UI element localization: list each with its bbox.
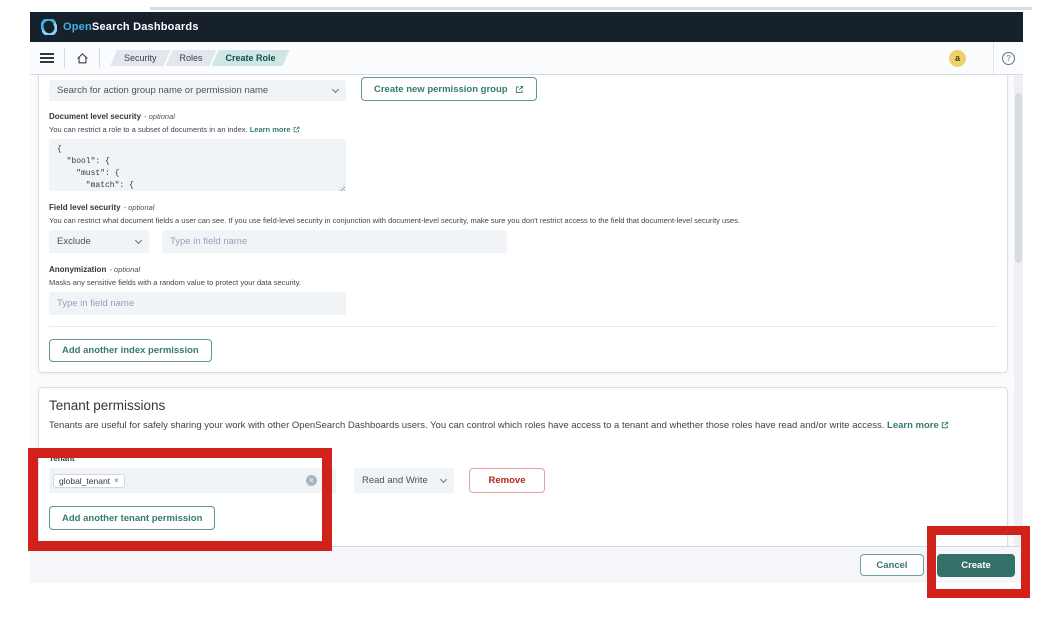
divider xyxy=(99,48,100,68)
cancel-button[interactable]: Cancel xyxy=(860,554,924,576)
create-button[interactable]: Create xyxy=(937,554,1015,577)
fls-title: Field level security xyxy=(49,203,121,212)
tenant-access-select-value: Read and Write xyxy=(362,475,428,486)
dls-learn-more-link[interactable]: Learn more xyxy=(250,125,291,134)
help-icon: ? xyxy=(1002,52,1015,65)
chevron-down-icon xyxy=(323,477,330,484)
fls-mode-select[interactable]: Exclude xyxy=(49,230,149,253)
breadcrumb-roles[interactable]: Roles xyxy=(166,50,217,66)
divider xyxy=(49,326,997,327)
popout-icon xyxy=(293,126,300,133)
menu-button[interactable] xyxy=(30,42,64,74)
tenant-panel-title: Tenant permissions xyxy=(49,398,165,413)
hamburger-icon xyxy=(40,53,54,63)
dls-title: Document level security xyxy=(49,112,141,121)
fls-description: You can restrict what document fields a … xyxy=(49,216,740,225)
index-permissions-panel: Search for action group name or permissi… xyxy=(38,75,1008,373)
scrollbar-thumb[interactable] xyxy=(1015,93,1022,263)
opensearch-app-window: OpenSearch Dashboards Security Roles Cre… xyxy=(30,12,1023,583)
breadcrumb: Security Roles Create Role xyxy=(110,50,290,66)
chevron-down-icon xyxy=(332,86,339,93)
dls-label: Document level security- optional xyxy=(49,112,175,121)
tenant-permissions-panel: Tenant permissions Tenants are useful fo… xyxy=(38,387,1008,546)
clear-selection-icon[interactable]: × xyxy=(306,475,317,486)
tenant-tag-remove-icon[interactable]: × xyxy=(114,476,119,485)
popout-icon xyxy=(941,421,949,429)
breadcrumb-create-role[interactable]: Create Role xyxy=(212,50,290,66)
add-index-permission-label: Add another index permission xyxy=(62,345,199,356)
fls-optional: - optional xyxy=(124,203,155,212)
opensearch-logo: OpenSearch Dashboards xyxy=(41,19,199,35)
tenant-tag-label: global_tenant xyxy=(59,476,110,486)
scrollbar[interactable] xyxy=(1014,75,1023,546)
opensearch-logo-icon xyxy=(41,19,57,35)
chevron-down-icon xyxy=(135,237,142,244)
dls-description: You can restrict a role to a subset of d… xyxy=(49,125,300,134)
create-permission-group-label: Create new permission group xyxy=(374,84,508,95)
app-header: OpenSearch Dashboards xyxy=(30,12,1023,42)
breadcrumb-bar: Security Roles Create Role a ? xyxy=(30,42,1023,75)
tenant-tag[interactable]: global_tenant × xyxy=(53,474,125,488)
add-tenant-permission-button[interactable]: Add another tenant permission xyxy=(49,506,215,530)
permission-search-select-value: Search for action group name or permissi… xyxy=(57,85,268,96)
tenant-label: Tenant xyxy=(49,454,75,463)
tenant-combobox[interactable]: global_tenant × × xyxy=(49,468,336,493)
anonymization-description: Masks any sensitive fields with a random… xyxy=(49,278,301,287)
form-footer: Cancel Create xyxy=(30,546,1023,583)
tenant-panel-description: Tenants are useful for safely sharing yo… xyxy=(49,419,979,432)
help-button[interactable]: ? xyxy=(993,42,1023,74)
fls-label: Field level security- optional xyxy=(49,203,154,212)
add-index-permission-button[interactable]: Add another index permission xyxy=(49,339,212,362)
window-edge-strip xyxy=(150,7,1032,10)
breadcrumb-security[interactable]: Security xyxy=(110,50,171,66)
home-button[interactable] xyxy=(65,42,99,74)
permission-search-select[interactable]: Search for action group name or permissi… xyxy=(49,80,346,101)
app-title: OpenSearch Dashboards xyxy=(63,21,199,33)
home-icon xyxy=(76,52,89,65)
tenant-learn-more-link[interactable]: Learn more xyxy=(887,420,939,431)
dls-optional: - optional xyxy=(144,112,175,121)
page: OpenSearch Dashboards Security Roles Cre… xyxy=(0,0,1046,620)
create-permission-group-button[interactable]: Create new permission group xyxy=(361,77,537,101)
remove-tenant-button[interactable]: Remove xyxy=(469,468,545,493)
anonymization-optional: - optional xyxy=(109,265,140,274)
popout-icon xyxy=(515,85,524,94)
app-title-open: Open xyxy=(63,21,92,33)
add-tenant-permission-label: Add another tenant permission xyxy=(62,513,202,524)
chevron-down-icon xyxy=(440,476,447,483)
app-title-rest: Search Dashboards xyxy=(92,21,199,33)
dls-query-textarea[interactable]: { "bool": { "must": { "match": { xyxy=(49,139,346,191)
fls-mode-select-value: Exclude xyxy=(57,236,91,247)
anonymization-label: Anonymization- optional xyxy=(49,265,140,274)
anonymization-field-input[interactable] xyxy=(49,292,346,315)
anonymization-title: Anonymization xyxy=(49,265,106,274)
tenant-access-select[interactable]: Read and Write xyxy=(354,468,454,493)
fls-field-input[interactable] xyxy=(162,230,507,253)
avatar[interactable]: a xyxy=(949,50,966,67)
content-area: Search for action group name or permissi… xyxy=(30,75,1023,546)
